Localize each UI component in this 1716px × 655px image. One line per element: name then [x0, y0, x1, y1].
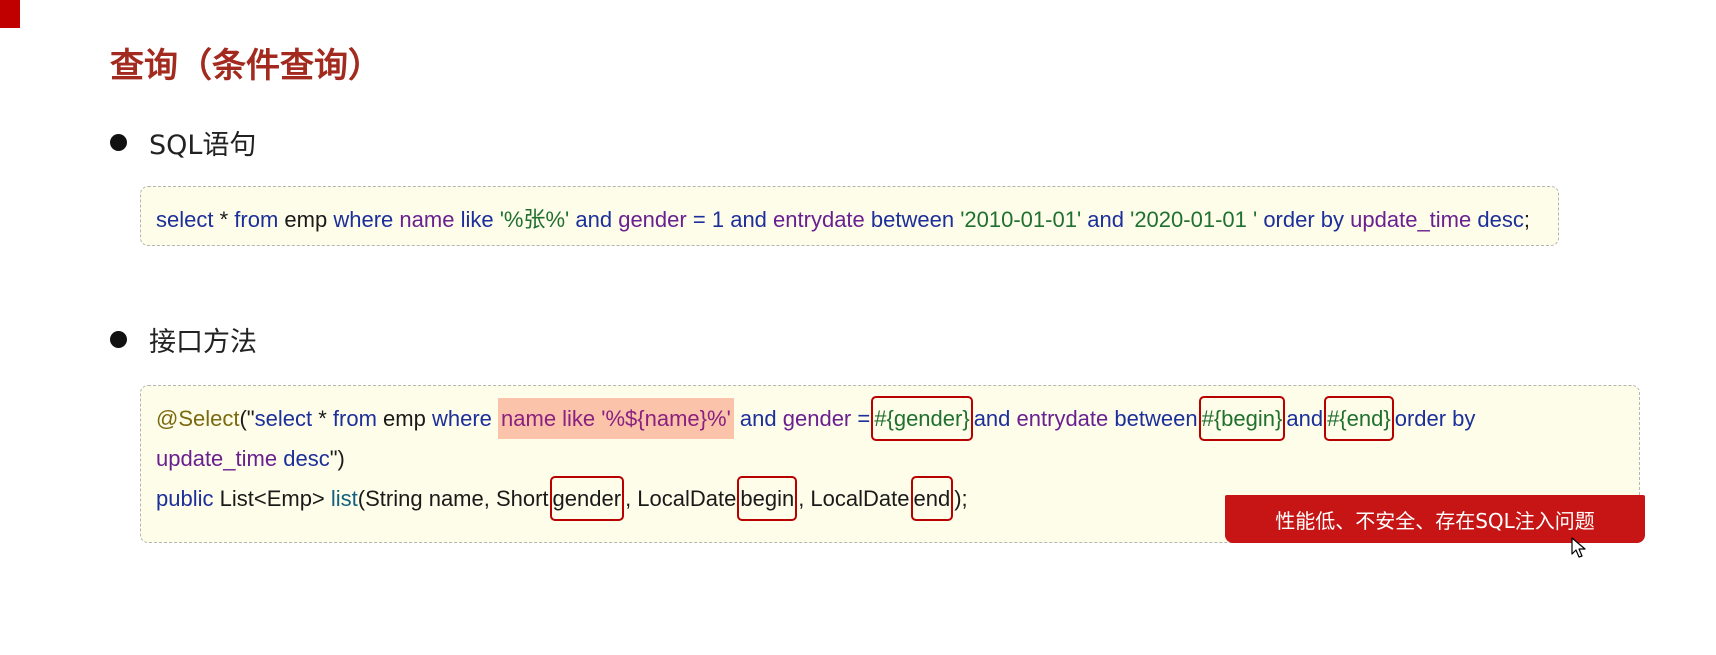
method-code-line-1: @Select("select * from emp where name li…	[156, 396, 1475, 441]
bullet-icon	[110, 134, 127, 151]
unsafe-placeholder-highlight: name like '%${name}%'	[498, 398, 734, 439]
section-interface: 接口方法	[110, 320, 257, 359]
arg-begin-box: begin	[737, 476, 798, 521]
sql-code-block: select * from emp where name like '%张%' …	[140, 186, 1559, 246]
bullet-icon	[110, 331, 127, 348]
method-code-line-2: update_time desc")	[156, 446, 345, 471]
method-code-line-3: public List<Emp> list(String name, Short…	[156, 476, 968, 521]
arg-gender-box: gender	[549, 476, 625, 521]
section-sql: SQL语句	[110, 123, 256, 162]
section-heading-sql: SQL语句	[149, 130, 257, 161]
warning-banner: 性能低、不安全、存在SQL注入问题	[1225, 495, 1645, 543]
param-gender-box: #{gender}	[871, 396, 973, 441]
sql-code-line: select * from emp where name like '%张%' …	[156, 207, 1530, 232]
param-end-box: #{end}	[1324, 396, 1394, 441]
mouse-pointer-icon	[1571, 537, 1586, 558]
corner-accent	[0, 0, 20, 28]
param-begin-box: #{begin}	[1198, 396, 1286, 441]
arg-end-box: end	[910, 476, 954, 521]
page-title: 查询（条件查询）	[110, 46, 382, 86]
section-heading-interface: 接口方法	[149, 327, 257, 358]
